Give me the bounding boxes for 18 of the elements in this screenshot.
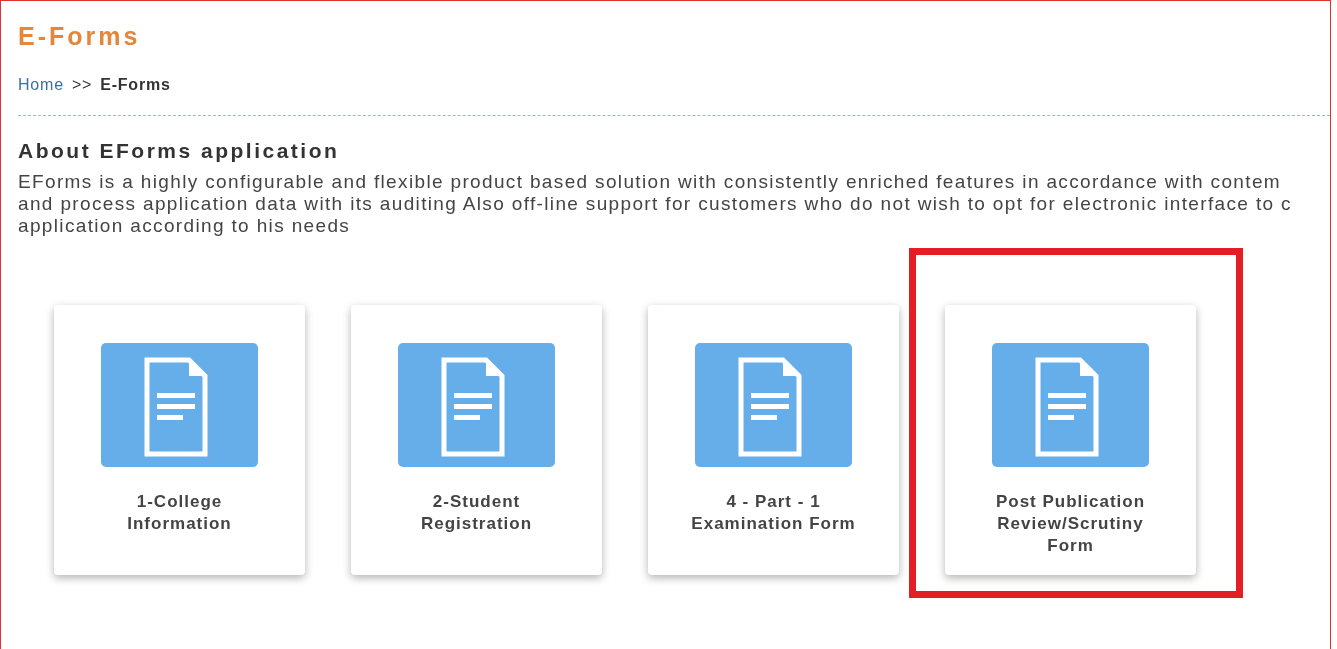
form-card[interactable]: Post Publication Review/Scrutiny Form — [945, 305, 1196, 576]
breadcrumb-link[interactable]: Home — [18, 73, 64, 97]
page-title: E-Forms — [18, 21, 142, 51]
form-label: 4 - Part - 1 Examination Form — [690, 491, 857, 536]
form-card[interactable]: 2-Student Registration — [351, 305, 602, 576]
form-card[interactable]: 1-College Information — [54, 305, 305, 576]
document-icon — [695, 343, 852, 468]
section-heading: About EForms application — [18, 138, 341, 164]
form-label: Post Publication Review/Scrutiny Form — [994, 491, 1147, 558]
document-icon — [101, 343, 258, 468]
description-paragraph: EForms is a highly configurable and flexible product based solution with consistently enriched features in accordance with contem and process application data with its auditing Also off-line support for customers who do not wish to opt for electronic interface to c application according to his needs — [18, 171, 1293, 238]
document-icon — [992, 343, 1149, 468]
breadcrumb-separator: >> — [71, 75, 93, 95]
form-label: 1-College Information — [126, 491, 233, 536]
form-card[interactable]: 4 - Part - 1 Examination Form — [648, 305, 899, 576]
form-label: 2-Student Registration — [419, 491, 534, 536]
breadcrumb-current: E-Forms — [100, 75, 171, 95]
document-icon — [398, 343, 555, 468]
